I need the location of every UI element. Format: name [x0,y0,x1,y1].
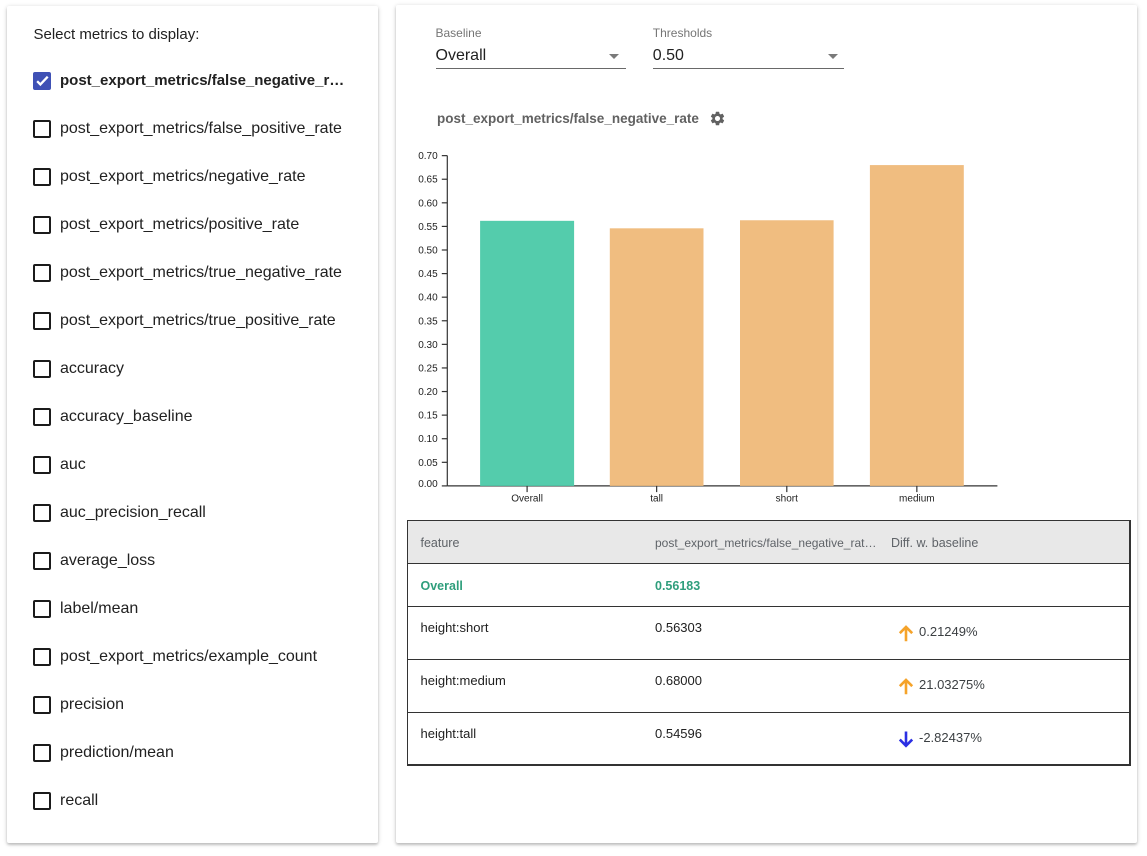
svg-text:0.50: 0.50 [418,246,438,257]
svg-text:0.10: 0.10 [418,434,438,445]
svg-text:0.00: 0.00 [418,479,438,490]
svg-text:0.60: 0.60 [418,198,438,209]
svg-text:0.05: 0.05 [418,458,438,469]
svg-text:0.55: 0.55 [418,222,438,233]
svg-text:medium: medium [899,494,935,505]
svg-text:0.45: 0.45 [418,269,438,280]
svg-text:tall: tall [650,494,663,505]
svg-text:0.70: 0.70 [418,151,438,162]
svg-text:0.20: 0.20 [418,387,438,398]
svg-text:0.30: 0.30 [418,340,438,351]
svg-text:0.35: 0.35 [418,316,438,327]
svg-text:short: short [776,494,798,505]
svg-text:0.40: 0.40 [418,293,438,304]
svg-text:0.15: 0.15 [418,411,438,422]
svg-text:0.25: 0.25 [418,363,438,374]
svg-text:Overall: Overall [511,494,543,505]
svg-text:0.65: 0.65 [418,175,438,186]
